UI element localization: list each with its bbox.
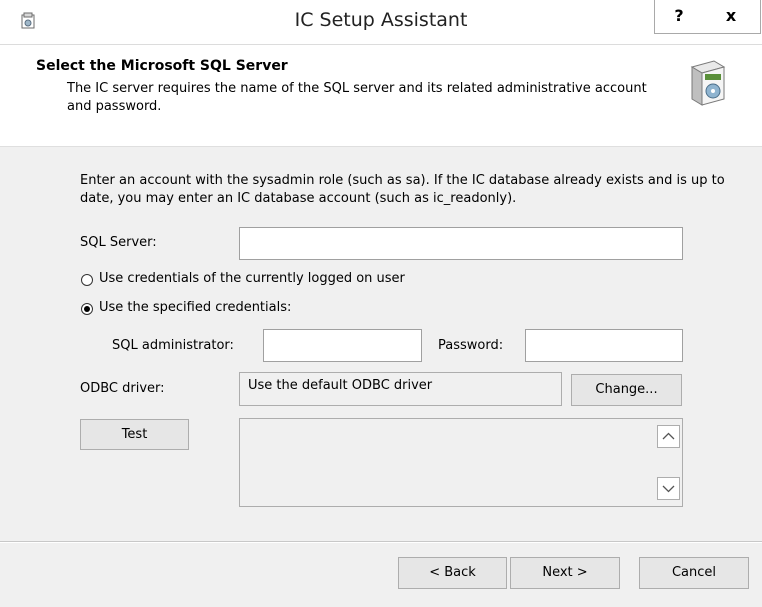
close-button[interactable]: x — [702, 0, 761, 34]
radio-specified-credentials-label[interactable]: Use the specified credentials: — [99, 300, 291, 315]
change-button[interactable]: Change... — [571, 374, 682, 406]
page-title: Select the Microsoft SQL Server — [36, 58, 288, 74]
chevron-up-icon — [662, 432, 675, 440]
sql-admin-input[interactable] — [263, 329, 422, 362]
test-output-box[interactable] — [239, 418, 683, 507]
vertical-scrollbar[interactable] — [656, 419, 682, 506]
window-title: IC Setup Assistant — [294, 9, 468, 31]
chevron-down-icon — [662, 485, 675, 493]
instructions-text: Enter an account with the sysadmin role … — [80, 173, 725, 206]
cancel-button[interactable]: Cancel — [639, 557, 749, 589]
software-box-icon — [690, 60, 726, 106]
odbc-driver-label: ODBC driver: — [80, 381, 165, 396]
wizard-header: Select the Microsoft SQL Server The IC s… — [0, 45, 762, 147]
back-button[interactable]: < Back — [398, 557, 507, 589]
scroll-down-button[interactable] — [657, 477, 680, 500]
sql-server-label: SQL Server: — [80, 235, 157, 250]
help-button[interactable]: ? — [654, 0, 704, 34]
scroll-up-button[interactable] — [657, 425, 680, 448]
sql-server-input[interactable] — [239, 227, 683, 260]
footer-separator — [0, 541, 762, 543]
title-bar: IC Setup Assistant ? x — [0, 0, 762, 45]
odbc-driver-field: Use the default ODBC driver — [239, 372, 562, 406]
radio-current-user[interactable] — [81, 274, 93, 286]
test-button[interactable]: Test — [80, 419, 189, 450]
password-label: Password: — [438, 338, 504, 353]
sql-admin-label: SQL administrator: — [112, 338, 234, 353]
radio-selected-dot — [84, 306, 90, 312]
radio-current-user-label[interactable]: Use credentials of the currently logged … — [99, 271, 405, 286]
setup-window: IC Setup Assistant ? x Select the Micros… — [0, 0, 762, 607]
next-button[interactable]: Next > — [510, 557, 620, 589]
page-subtitle: The IC server requires the name of the S… — [67, 81, 647, 114]
radio-specified-credentials[interactable] — [81, 303, 93, 315]
password-input[interactable] — [525, 329, 683, 362]
